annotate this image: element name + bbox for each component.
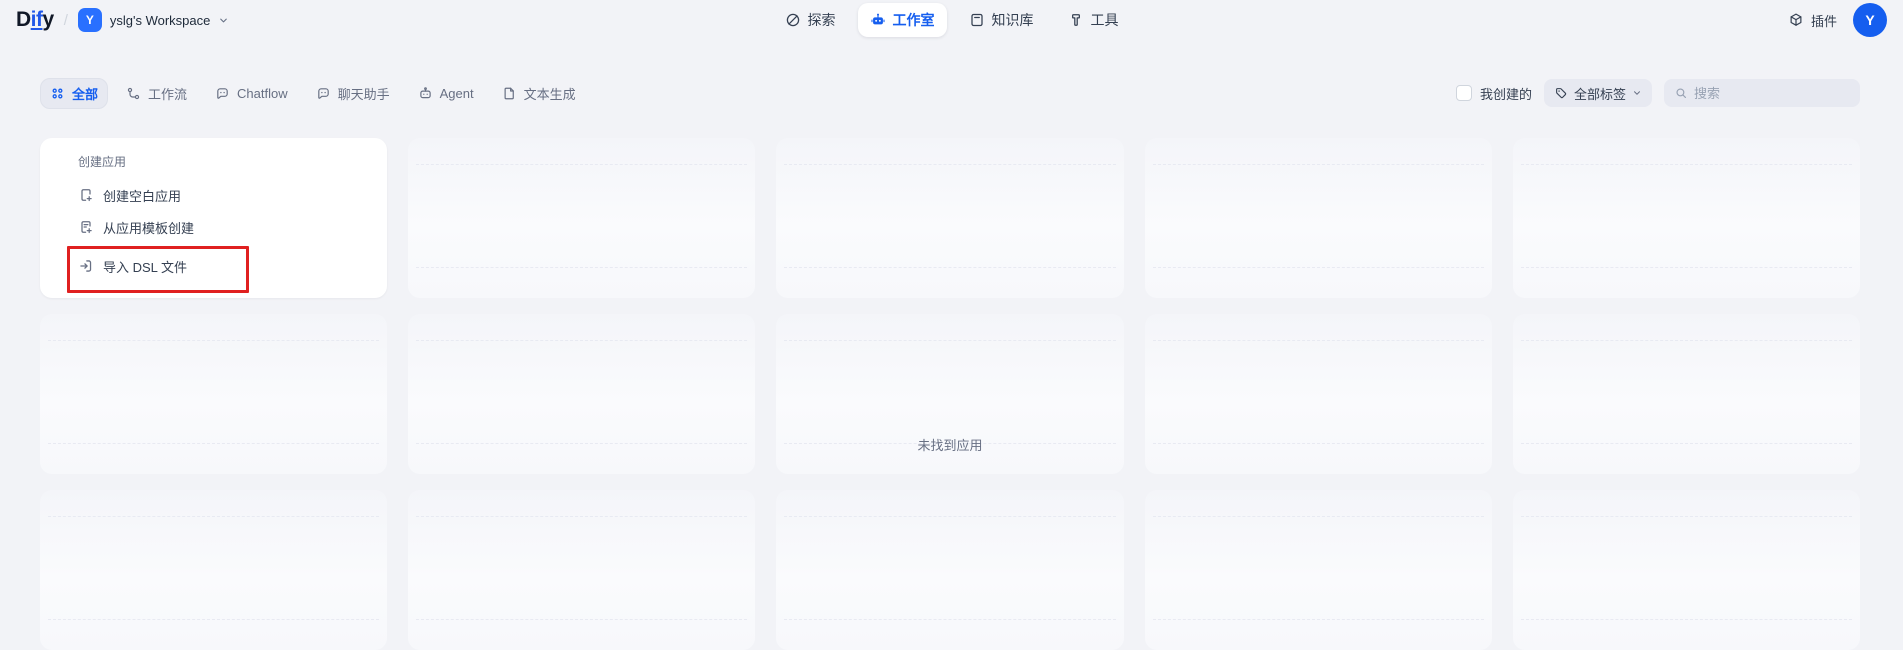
logo-part-if: if (31, 8, 43, 31)
app-card-placeholder (776, 490, 1123, 650)
app-grid-area: 创建应用 创建空白应用 从应用模板创建 导入 DSL 文件 (0, 138, 1903, 650)
workspace-badge[interactable]: Y (78, 8, 102, 32)
tag-filter-dropdown[interactable]: 全部标签 (1544, 79, 1652, 107)
created-by-me-label: 我创建的 (1480, 84, 1532, 103)
tab-chat-assistant[interactable]: 聊天助手 (306, 78, 400, 109)
plugins-label: 插件 (1811, 11, 1837, 30)
tag-filter-label: 全部标签 (1574, 84, 1626, 103)
agent-robot-icon (418, 86, 433, 101)
app-type-tabs: 全部 工作流 Chatflow 聊天助手 Agent (40, 78, 586, 109)
nav-label: 知识库 (992, 10, 1034, 30)
tab-text-generation[interactable]: 文本生成 (492, 78, 586, 109)
nav-item-knowledge[interactable]: 知识库 (957, 3, 1046, 37)
search-icon (1674, 86, 1688, 100)
create-from-template-button[interactable]: 从应用模板创建 (70, 211, 371, 243)
tools-icon (1068, 12, 1084, 28)
tab-label: Chatflow (237, 86, 288, 101)
tab-label: Agent (440, 86, 474, 101)
app-card-placeholder (408, 490, 755, 650)
tab-label: 文本生成 (524, 84, 576, 103)
create-item-label: 导入 DSL 文件 (103, 257, 187, 276)
template-plus-icon (78, 219, 94, 235)
workflow-icon (126, 86, 141, 101)
nav-item-tools[interactable]: 工具 (1056, 3, 1131, 37)
create-app-title: 创建应用 (78, 153, 126, 170)
user-avatar[interactable]: Y (1853, 3, 1887, 37)
tab-label: 全部 (72, 84, 98, 103)
app-card-placeholder (776, 138, 1123, 298)
create-item-label: 从应用模板创建 (103, 218, 194, 237)
explore-icon (785, 12, 801, 28)
tab-all[interactable]: 全部 (40, 78, 108, 109)
grid-row-1: 创建应用 创建空白应用 从应用模板创建 导入 DSL 文件 (0, 138, 1903, 298)
chat-bubble-icon (316, 86, 331, 101)
tab-workflow[interactable]: 工作流 (116, 78, 197, 109)
app-card-placeholder (408, 138, 755, 298)
main-nav: 探索 工作室 知识库 (773, 3, 1131, 37)
grid-row-3 (0, 490, 1903, 650)
nav-label: 探索 (808, 10, 836, 30)
plugins-cube-icon (1788, 12, 1804, 28)
logo-part-d: D (16, 8, 31, 31)
topbar-right: 插件 Y (1788, 3, 1887, 37)
empty-state-message: 未找到应用 (0, 435, 1900, 454)
topbar-left: Dify / Y yslg's Workspace (16, 8, 229, 32)
dify-logo[interactable]: Dify (16, 8, 54, 32)
app-card-placeholder (40, 490, 387, 650)
created-by-me-checkbox[interactable] (1456, 85, 1472, 101)
knowledge-book-icon (969, 12, 985, 28)
chevron-down-icon (1632, 88, 1642, 98)
top-bar: Dify / Y yslg's Workspace 探索 (0, 0, 1903, 40)
create-app-card: 创建应用 创建空白应用 从应用模板创建 导入 DSL 文件 (40, 138, 387, 298)
create-blank-app-button[interactable]: 创建空白应用 (70, 179, 371, 211)
tag-icon (1554, 86, 1568, 100)
tab-agent[interactable]: Agent (408, 80, 484, 107)
breadcrumb-separator: / (64, 12, 68, 29)
tab-label: 聊天助手 (338, 84, 390, 103)
nav-item-studio[interactable]: 工作室 (858, 3, 947, 37)
logo-part-y: y (43, 8, 54, 31)
file-plus-icon (78, 187, 94, 203)
nav-label: 工作室 (893, 10, 935, 30)
tab-label: 工作流 (148, 84, 187, 103)
tab-chatflow[interactable]: Chatflow (205, 80, 298, 107)
workspace-name[interactable]: yslg's Workspace (110, 13, 211, 28)
search-input[interactable] (1694, 86, 1850, 101)
chat-bubble-icon (215, 86, 230, 101)
nav-label: 工具 (1091, 10, 1119, 30)
studio-robot-icon (870, 12, 886, 28)
plugins-button[interactable]: 插件 (1788, 11, 1837, 30)
chevron-down-icon[interactable] (218, 15, 229, 26)
import-dsl-icon (78, 258, 94, 274)
filter-right: 我创建的 全部标签 (1456, 79, 1860, 107)
filter-bar: 全部 工作流 Chatflow 聊天助手 Agent (0, 78, 1903, 108)
app-card-placeholder (1513, 490, 1860, 650)
text-document-icon (502, 86, 517, 101)
import-dsl-file-button[interactable]: 导入 DSL 文件 (70, 250, 371, 282)
created-by-me-filter[interactable]: 我创建的 (1456, 84, 1532, 103)
app-card-placeholder (1145, 490, 1492, 650)
create-item-label: 创建空白应用 (103, 186, 181, 205)
grid-dots-icon (50, 86, 65, 101)
search-box[interactable] (1664, 79, 1860, 107)
app-card-placeholder (1145, 138, 1492, 298)
app-card-placeholder (1513, 138, 1860, 298)
nav-item-explore[interactable]: 探索 (773, 3, 848, 37)
